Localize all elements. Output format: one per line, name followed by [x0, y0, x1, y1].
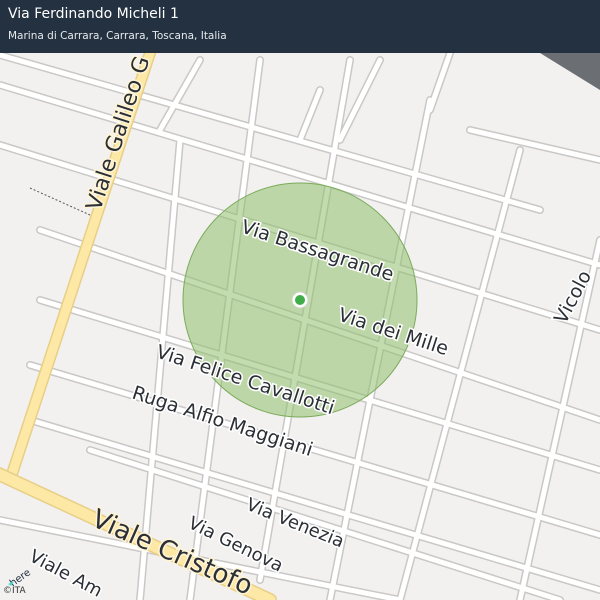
map-canvas[interactable]: Viale Galileo G Via Bassagrande Via dei … — [0, 0, 600, 600]
location-marker[interactable] — [291, 291, 309, 309]
address-title: Via Ferdinando Micheli 1 — [8, 6, 179, 22]
address-subtitle: Marina di Carrara, Carrara, Toscana, Ita… — [8, 30, 227, 42]
map-copyright: ©ITA — [3, 586, 26, 596]
map-header: Via Ferdinando Micheli 1 Marina di Carra… — [0, 0, 600, 53]
